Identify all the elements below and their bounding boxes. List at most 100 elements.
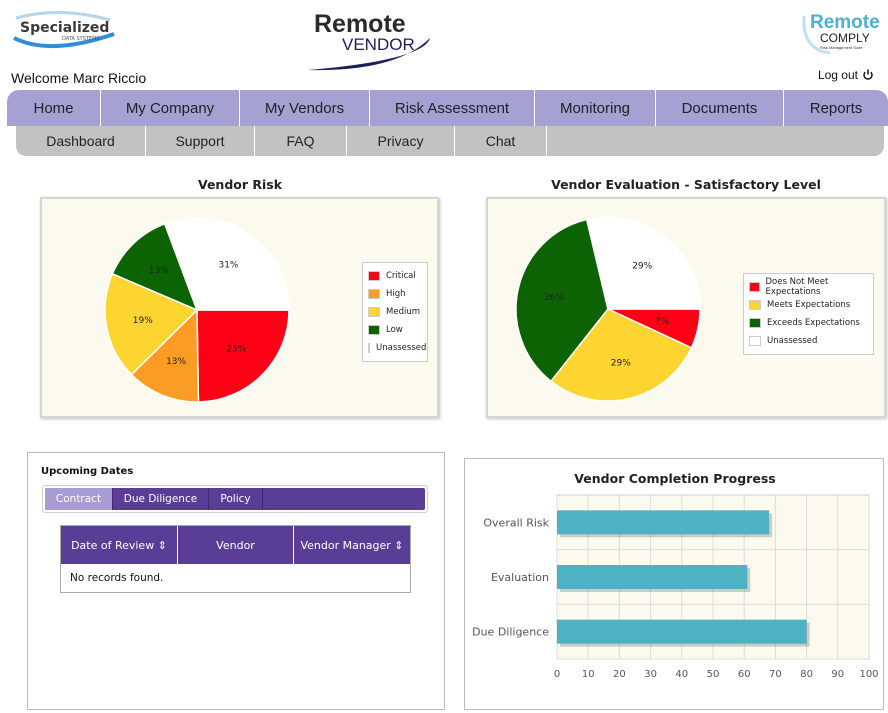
x-tick-label: 70 — [769, 669, 782, 680]
subnav-support[interactable]: Support — [146, 126, 255, 156]
vendor-risk-data-label: 13% — [166, 357, 186, 367]
subnav-faq[interactable]: FAQ — [255, 126, 347, 156]
legend-item[interactable]: Exceeds Expectations — [749, 314, 868, 332]
tab-due-diligence[interactable]: Due Diligence — [113, 488, 209, 510]
bar-evaluation[interactable] — [557, 565, 748, 589]
vendor-evaluation-chart: 7% 29% 36% 29% Does Not Meet Expectations M… — [486, 197, 886, 418]
legend-item[interactable]: Unassessed — [368, 339, 426, 357]
subnav-privacy[interactable]: Privacy — [347, 126, 455, 156]
logo-rc-line3: Risk Management Suite — [820, 45, 863, 50]
vendor-risk-legend: Critical High Medium Low Unassessed — [362, 262, 428, 362]
nav-home[interactable]: Home — [7, 90, 101, 126]
logout-link[interactable]: Log out — [818, 68, 874, 82]
vendor-risk-title: Vendor Risk — [197, 177, 283, 192]
nav-risk-assessment[interactable]: Risk Assessment — [370, 90, 535, 126]
upcoming-tabs: Contract Due Diligence Policy — [42, 485, 428, 513]
vendor-evaluation-data-label: 36% — [544, 293, 564, 303]
legend-item[interactable]: Medium — [368, 303, 422, 321]
legend-swatch — [749, 300, 761, 310]
y-category-label: Due Diligence — [472, 626, 549, 639]
subnav-chat[interactable]: Chat — [455, 126, 547, 156]
y-category-label: Overall Risk — [483, 516, 549, 529]
x-tick-label: 100 — [859, 669, 878, 680]
legend-label: High — [386, 289, 406, 299]
legend-item[interactable]: High — [368, 285, 422, 303]
legend-swatch — [368, 289, 380, 299]
x-tick-label: 50 — [707, 669, 720, 680]
remote-comply-logo: Remote COMPLY Risk Management Suite — [800, 6, 888, 56]
vendor-evaluation-title: Vendor Evaluation - Satisfactory Level — [551, 177, 821, 192]
x-tick-label: 90 — [831, 669, 844, 680]
legend-swatch — [368, 343, 370, 353]
nav-my-company[interactable]: My Company — [101, 90, 240, 126]
vendor-completion-chart: 0 10 20 30 40 50 60 70 80 90 100 Overall Risk Evalua… — [472, 494, 879, 680]
y-category-label: Evaluation — [491, 571, 549, 584]
table-header: Date of Review ⇕ Vendor Vendor Manager ⇕ — [61, 526, 410, 564]
nav-my-vendors[interactable]: My Vendors — [240, 90, 370, 126]
remote-vendor-logo: Remote VENDOR — [306, 8, 438, 74]
upcoming-dates-table: Date of Review ⇕ Vendor Vendor Manager ⇕… — [60, 525, 411, 593]
vendor-evaluation-data-label: 29% — [632, 262, 652, 272]
upcoming-dates-panel: Upcoming Dates Contract Due Diligence Po… — [27, 452, 445, 710]
main-nav: Home My Company My Vendors Risk Assessme… — [7, 90, 888, 126]
nav-monitoring[interactable]: Monitoring — [535, 90, 656, 126]
tab-bar: Contract Due Diligence Policy — [45, 488, 425, 510]
sub-nav: Dashboard Support FAQ Privacy Chat — [16, 126, 884, 156]
legend-item[interactable]: Low — [368, 321, 422, 339]
column-vendor-manager[interactable]: Vendor Manager ⇕ — [294, 526, 410, 564]
legend-label: Medium — [386, 307, 420, 317]
logo-rv-line2: VENDOR — [342, 35, 415, 54]
vendor-completion-title: Vendor Completion Progress — [574, 471, 776, 486]
legend-swatch — [749, 282, 760, 292]
legend-item[interactable]: Unassessed — [749, 332, 868, 350]
empty-message: No records found. — [61, 564, 410, 592]
legend-swatch — [368, 271, 380, 281]
x-tick-label: 30 — [644, 669, 657, 680]
x-tick-label: 40 — [675, 669, 688, 680]
vendor-risk-chart: 25% 13% 19% 13% 31% Critical High Medium Low… — [40, 197, 439, 418]
vendor-completion-panel: Vendor Completion Progress 0 10 20 30 40 50 60… — [464, 458, 884, 710]
subnav-dashboard[interactable]: Dashboard — [16, 126, 146, 156]
legend-swatch — [749, 336, 761, 346]
logo-sds-sub: DATA SYSTEMS — [62, 36, 100, 42]
vendor-risk-data-label: 13% — [149, 266, 169, 276]
tab-contract[interactable]: Contract — [45, 488, 113, 510]
x-tick-label: 10 — [582, 669, 595, 680]
legend-label: Low — [386, 325, 403, 335]
legend-label: Meets Expectations — [767, 300, 851, 310]
vendor-evaluation-legend: Does Not Meet Expectations Meets Expecta… — [743, 273, 874, 355]
legend-item[interactable]: Does Not Meet Expectations — [749, 277, 868, 297]
nav-documents[interactable]: Documents — [656, 90, 784, 126]
vendor-evaluation-data-label: 29% — [611, 359, 631, 369]
legend-label: Unassessed — [767, 336, 818, 346]
column-date-of-review[interactable]: Date of Review ⇕ — [61, 526, 178, 564]
nav-reports[interactable]: Reports — [784, 90, 888, 126]
legend-swatch — [368, 307, 380, 317]
legend-swatch — [749, 318, 761, 328]
welcome-message: Welcome Marc Riccio — [11, 70, 147, 86]
x-tick-label: 20 — [613, 669, 626, 680]
logo-rv-line1: Remote — [314, 10, 406, 38]
legend-label: Does Not Meet Expectations — [765, 277, 829, 297]
legend-item[interactable]: Critical — [368, 267, 422, 285]
bar-overall-risk[interactable] — [557, 510, 770, 535]
column-vendor[interactable]: Vendor — [178, 526, 294, 564]
upcoming-dates-title: Upcoming Dates — [41, 466, 134, 477]
logo-rc-line1: Remote — [810, 12, 880, 33]
vendor-risk-data-label: 19% — [133, 316, 153, 326]
x-tick-label: 60 — [738, 669, 751, 680]
x-tick-label: 80 — [800, 669, 813, 680]
legend-swatch — [368, 325, 380, 335]
vendor-risk-slice-critical[interactable] — [196, 309, 290, 403]
legend-item[interactable]: Meets Expectations — [749, 296, 868, 314]
tab-policy[interactable]: Policy — [209, 488, 263, 510]
logo-rc-line2: COMPLY — [820, 31, 870, 45]
power-icon — [863, 69, 873, 80]
legend-label: Critical — [386, 271, 416, 281]
specialized-data-systems-logo: Specialized DATA SYSTEMS — [10, 8, 118, 54]
vendor-risk-data-label: 25% — [226, 345, 246, 355]
x-tick-label: 0 — [554, 669, 560, 680]
bar-due-diligence[interactable] — [557, 619, 807, 644]
legend-label: Unassessed — [376, 343, 427, 353]
vendor-evaluation-data-label: 7% — [655, 317, 670, 327]
